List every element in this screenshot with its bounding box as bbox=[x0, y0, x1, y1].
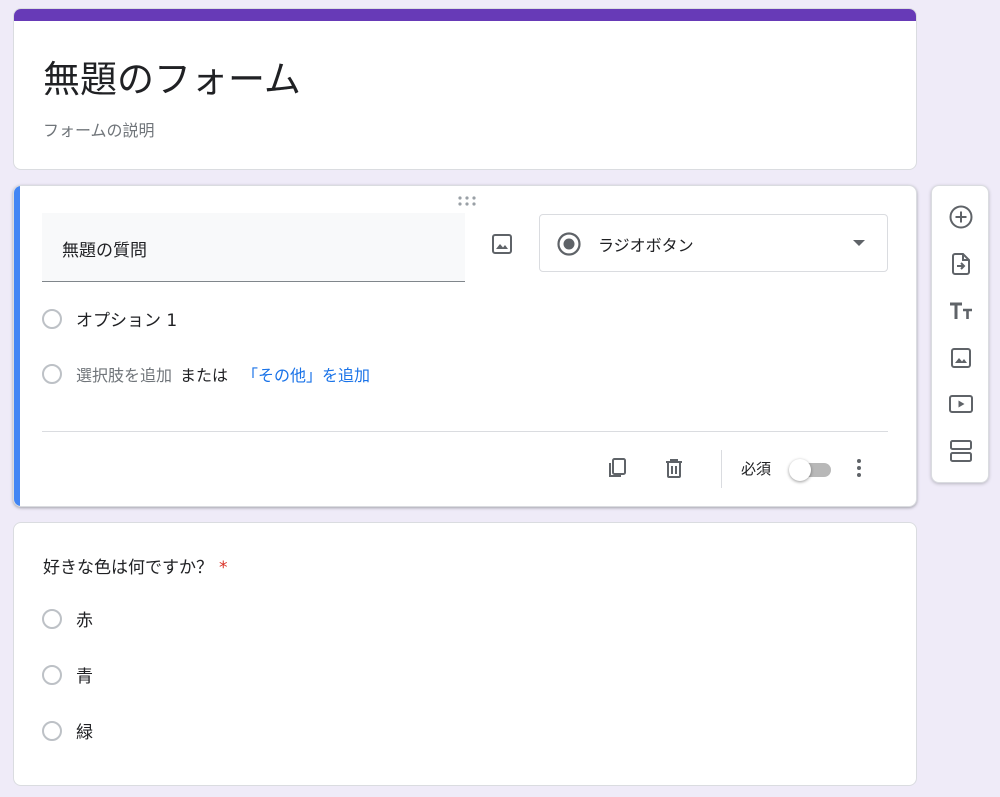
image-icon bbox=[951, 348, 971, 368]
footer-separator bbox=[721, 450, 722, 488]
side-toolbar bbox=[931, 185, 989, 483]
add-image-button[interactable] bbox=[484, 226, 520, 262]
radio-circle[interactable] bbox=[42, 608, 62, 629]
option-row[interactable]: オプション 1 bbox=[42, 306, 177, 331]
option-label: 赤 bbox=[76, 611, 93, 631]
option-label[interactable]: オプション 1 bbox=[76, 306, 177, 331]
add-circle-icon bbox=[949, 205, 973, 229]
question-title-text: 無題の質問 bbox=[62, 241, 147, 261]
duplicate-button[interactable] bbox=[601, 452, 633, 484]
question-title-input[interactable]: 無題の質問 bbox=[42, 213, 465, 282]
option-row[interactable]: 赤 bbox=[42, 606, 93, 631]
drag-handle-icon[interactable] bbox=[457, 195, 477, 207]
toggle-knob bbox=[789, 459, 811, 481]
question-card-active[interactable]: 無題の質問 ラジオボタン オプション 1 選択肢を追加 または 「その他」を追加 bbox=[13, 185, 917, 507]
more-options-button[interactable] bbox=[843, 452, 875, 484]
add-video-button[interactable] bbox=[945, 388, 977, 420]
add-image-toolbar-button[interactable] bbox=[945, 342, 977, 374]
dropdown-arrow-icon bbox=[853, 240, 865, 246]
option-label: 緑 bbox=[76, 723, 93, 743]
delete-button[interactable] bbox=[658, 452, 690, 484]
add-question-button[interactable] bbox=[945, 201, 977, 233]
question-title: 好きな色は何ですか？ * bbox=[43, 553, 228, 578]
form-description[interactable]: フォームの説明 bbox=[43, 117, 155, 141]
question-card[interactable]: 好きな色は何ですか？ * 赤 青 緑 bbox=[13, 522, 917, 786]
image-icon bbox=[492, 234, 512, 254]
required-label: 必須 bbox=[741, 460, 772, 478]
copy-icon bbox=[609, 458, 626, 477]
radio-circle[interactable] bbox=[42, 664, 62, 685]
radio-button-icon bbox=[557, 232, 581, 256]
required-asterisk: * bbox=[219, 558, 228, 578]
question-footer-divider bbox=[42, 431, 888, 432]
import-questions-icon bbox=[952, 253, 970, 275]
or-text: または bbox=[180, 366, 229, 385]
required-toggle[interactable] bbox=[787, 458, 833, 481]
add-section-button[interactable] bbox=[945, 435, 977, 467]
option-row[interactable]: 緑 bbox=[42, 718, 93, 743]
section-icon bbox=[950, 440, 972, 462]
option-label: 青 bbox=[76, 667, 93, 687]
form-title-card[interactable]: 無題のフォーム フォームの説明 bbox=[13, 8, 917, 170]
radio-circle bbox=[42, 364, 62, 384]
add-other-link[interactable]: 「その他」を追加 bbox=[242, 362, 370, 386]
title-text-icon bbox=[950, 302, 972, 319]
add-option-button[interactable]: 選択肢を追加 bbox=[76, 362, 172, 386]
video-icon bbox=[949, 395, 973, 413]
form-title[interactable]: 無題のフォーム bbox=[43, 49, 301, 103]
add-title-button[interactable] bbox=[945, 295, 977, 327]
radio-circle[interactable] bbox=[42, 720, 62, 741]
question-title-text: 好きな色は何ですか？ bbox=[43, 558, 213, 578]
more-vert-icon bbox=[857, 459, 861, 477]
radio-circle bbox=[42, 308, 62, 329]
active-accent-bar bbox=[14, 186, 20, 506]
theme-color-strip bbox=[14, 9, 916, 21]
question-type-label: ラジオボタン bbox=[598, 236, 694, 255]
add-option-row: 選択肢を追加 または 「その他」を追加 bbox=[42, 362, 370, 386]
question-type-dropdown[interactable]: ラジオボタン bbox=[539, 214, 888, 272]
option-row[interactable]: 青 bbox=[42, 662, 93, 687]
trash-icon bbox=[666, 459, 682, 478]
import-questions-button[interactable] bbox=[945, 248, 977, 280]
